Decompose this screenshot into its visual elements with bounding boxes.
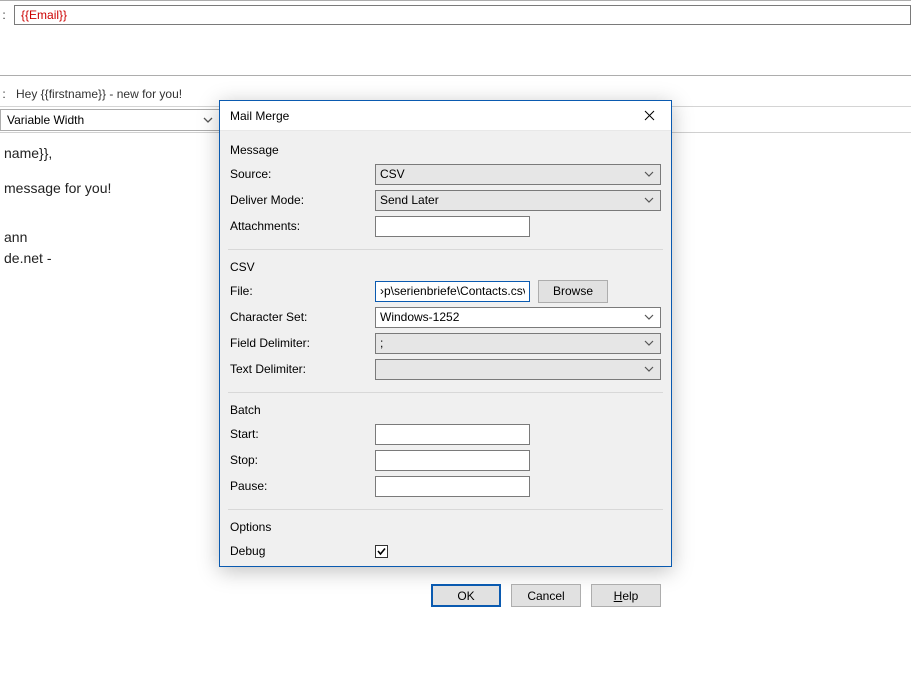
dialog-body: Message Source: CSV Deliver Mode: Send L… [220, 131, 671, 566]
chevron-down-icon [642, 193, 656, 207]
help-label: Help [614, 589, 639, 603]
field-delimiter-select[interactable]: ; [375, 333, 661, 354]
chevron-down-icon [642, 362, 656, 376]
browse-button[interactable]: Browse [538, 280, 608, 303]
separator-2 [0, 75, 911, 76]
deliver-mode-select[interactable]: Send Later [375, 190, 661, 211]
ok-button[interactable]: OK [431, 584, 501, 607]
dialog-button-row: OK Cancel Help [228, 578, 663, 609]
file-label: File: [230, 284, 375, 298]
batch-pause-input[interactable] [375, 476, 530, 497]
source-select[interactable]: CSV [375, 164, 661, 185]
batch-start-label: Start: [230, 427, 375, 441]
group-options: Options Debug [228, 514, 663, 574]
group-batch: Batch Start: Stop: Pause: [228, 397, 663, 510]
field-delimiter-value: ; [380, 336, 383, 350]
debug-checkbox[interactable] [375, 545, 388, 558]
subject-colon: : [0, 87, 8, 101]
charset-label: Character Set: [230, 310, 375, 324]
attachments-label: Attachments: [230, 219, 375, 233]
chevron-down-icon [642, 310, 656, 324]
group-options-title: Options [230, 520, 661, 534]
file-input[interactable]: ›p\serienbriefe\Contacts.csv [375, 281, 530, 302]
close-icon [644, 110, 655, 121]
group-csv: CSV File: ›p\serienbriefe\Contacts.csv B… [228, 254, 663, 393]
text-delimiter-select[interactable] [375, 359, 661, 380]
group-csv-title: CSV [230, 260, 661, 274]
deliver-mode-label: Deliver Mode: [230, 193, 375, 207]
chevron-down-icon [201, 113, 215, 127]
ok-label: OK [457, 589, 474, 603]
deliver-mode-value: Send Later [380, 193, 439, 207]
file-value: ›p\serienbriefe\Contacts.csv [380, 284, 525, 298]
source-label: Source: [230, 167, 375, 181]
font-family-value: Variable Width [7, 113, 84, 127]
group-message: Message Source: CSV Deliver Mode: Send L… [228, 137, 663, 250]
debug-label: Debug [230, 544, 375, 558]
help-button[interactable]: Help [591, 584, 661, 607]
to-placeholder: {{Email}} [21, 8, 67, 22]
batch-stop-input[interactable] [375, 450, 530, 471]
to-field[interactable]: {{Email}} [14, 5, 911, 25]
attachments-input[interactable] [375, 216, 530, 237]
cancel-button[interactable]: Cancel [511, 584, 581, 607]
charset-value: Windows-1252 [380, 310, 459, 324]
source-value: CSV [380, 167, 405, 181]
cancel-label: Cancel [527, 589, 564, 603]
font-family-select[interactable]: Variable Width [0, 109, 220, 131]
browse-label: Browse [553, 284, 593, 298]
to-row-colon: : [0, 8, 8, 22]
field-delimiter-label: Field Delimiter: [230, 336, 375, 350]
chevron-down-icon [642, 336, 656, 350]
dialog-title: Mail Merge [230, 109, 289, 123]
text-delimiter-label: Text Delimiter: [230, 362, 375, 376]
batch-pause-label: Pause: [230, 479, 375, 493]
to-row: : {{Email}} [0, 1, 911, 29]
charset-select[interactable]: Windows-1252 [375, 307, 661, 328]
mail-merge-dialog: Mail Merge Message Source: CSV Deliver M… [219, 100, 672, 567]
group-message-title: Message [230, 143, 661, 157]
batch-stop-label: Stop: [230, 453, 375, 467]
subject-text: Hey {{firstname}} - new for you! [16, 87, 182, 101]
close-button[interactable] [627, 101, 671, 131]
checkmark-icon [376, 546, 387, 557]
chevron-down-icon [642, 167, 656, 181]
dialog-titlebar: Mail Merge [220, 101, 671, 131]
group-batch-title: Batch [230, 403, 661, 417]
batch-start-input[interactable] [375, 424, 530, 445]
